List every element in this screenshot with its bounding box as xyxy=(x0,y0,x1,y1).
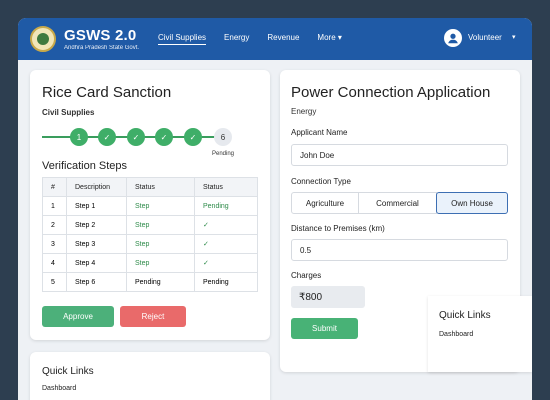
connection-option-commercial[interactable]: Commercial xyxy=(358,192,437,214)
step-2-check-icon: ✓ xyxy=(98,128,116,146)
step-3-check-icon: ✓ xyxy=(127,128,145,146)
row-description: Step 2 xyxy=(66,215,127,235)
column-header: # xyxy=(42,177,67,197)
quick-links-panel-right: Quick Links Dashboard xyxy=(428,296,532,372)
check-icon: ✓ xyxy=(194,253,258,273)
connection-type-label: Connection Type xyxy=(291,177,351,186)
main-nav: Civil Supplies Energy Revenue More ▾ xyxy=(158,33,360,45)
approve-button[interactable]: Approve xyxy=(42,306,114,327)
submit-button[interactable]: Submit xyxy=(291,318,358,339)
verification-table: # Description Status Status 1 Step 1 Ste… xyxy=(42,177,258,292)
row-status-pending: Pending xyxy=(194,196,258,216)
power-department: Energy xyxy=(291,107,317,116)
nav-energy[interactable]: Energy xyxy=(224,33,249,45)
charges-label: Charges xyxy=(291,271,322,280)
row-index: 5 xyxy=(42,272,67,292)
applicant-name-input[interactable]: John Doe xyxy=(291,144,508,166)
row-description: Step 6 xyxy=(66,272,127,292)
row-status: Pending xyxy=(126,272,195,292)
connection-option-own-house[interactable]: Own House xyxy=(436,192,508,214)
app-window: GSWS 2.0 Andhra Pradesh State Govt. Civi… xyxy=(18,18,532,400)
row-index: 4 xyxy=(42,253,67,273)
check-icon: ✓ xyxy=(194,234,258,254)
row-status: Step xyxy=(126,196,195,216)
row-status: Step xyxy=(126,215,195,235)
column-header: Status xyxy=(194,177,258,197)
chevron-down-icon[interactable]: ▾ xyxy=(512,33,516,41)
check-icon: ✓ xyxy=(194,215,258,235)
applicant-name-label: Applicant Name xyxy=(291,128,348,137)
row-description: Step 4 xyxy=(66,253,127,273)
row-description: Step 3 xyxy=(66,234,127,254)
step-1: 1 xyxy=(70,128,88,146)
state-emblem-logo xyxy=(30,26,56,52)
user-menu-label[interactable]: Volunteer xyxy=(468,33,502,42)
user-avatar-icon[interactable] xyxy=(444,29,462,47)
table-row: 5 Step 6 Pending Pending xyxy=(42,272,258,292)
column-header: Description xyxy=(66,177,127,197)
row-index: 2 xyxy=(42,215,67,235)
step-5-check-icon: ✓ xyxy=(184,128,202,146)
progress-stepper: 1 ✓ ✓ ✓ ✓ 6 Pending xyxy=(42,126,262,157)
row-status: Step xyxy=(126,253,195,273)
quick-links-title-right: Quick Links xyxy=(439,310,491,321)
verification-steps-title: Verification Steps xyxy=(42,160,127,172)
distance-label: Distance to Premises (km) xyxy=(291,224,385,233)
rice-card-department: Civil Supplies xyxy=(42,108,95,117)
nav-civil-supplies[interactable]: Civil Supplies xyxy=(158,33,207,45)
reject-button[interactable]: Reject xyxy=(120,306,186,327)
row-index: 3 xyxy=(42,234,67,254)
dashboard-link[interactable]: Dashboard xyxy=(42,385,76,392)
step-pending-label: Pending xyxy=(212,151,235,157)
nav-revenue[interactable]: Revenue xyxy=(267,33,299,45)
column-header: Status xyxy=(126,177,195,197)
table-row: 4 Step 4 Step ✓ xyxy=(42,253,258,273)
rice-card-title: Rice Card Sanction xyxy=(42,84,172,101)
rice-card-panel: Rice Card Sanction Civil Supplies 1 ✓ ✓ … xyxy=(30,70,270,340)
distance-input[interactable]: 0.5 xyxy=(291,239,508,261)
quick-links-title: Quick Links xyxy=(42,366,94,377)
row-description: Step 1 xyxy=(66,196,127,216)
row-status-pending: Pending xyxy=(194,272,258,292)
step-4-check-icon: ✓ xyxy=(155,128,173,146)
connection-option-agriculture[interactable]: Agriculture xyxy=(291,192,359,214)
quick-links-panel-left: Quick Links Dashboard xyxy=(30,352,270,400)
dashboard-link-right[interactable]: Dashboard xyxy=(439,331,473,338)
nav-more-dropdown[interactable]: More ▾ xyxy=(317,33,341,45)
row-status: Step xyxy=(126,234,195,254)
app-subtitle: Andhra Pradesh State Govt. xyxy=(64,45,140,51)
charges-value: ₹800 xyxy=(291,286,365,308)
row-index: 1 xyxy=(42,196,67,216)
table-row: 2 Step 2 Step ✓ xyxy=(42,215,258,235)
step-6: 6 xyxy=(214,128,232,146)
table-row: 1 Step 1 Step Pending xyxy=(42,196,258,216)
power-connection-title: Power Connection Application xyxy=(291,84,491,101)
table-row: 3 Step 3 Step ✓ xyxy=(42,234,258,254)
app-title: GSWS 2.0 xyxy=(64,27,137,44)
top-header: GSWS 2.0 Andhra Pradesh State Govt. Civi… xyxy=(18,18,532,60)
